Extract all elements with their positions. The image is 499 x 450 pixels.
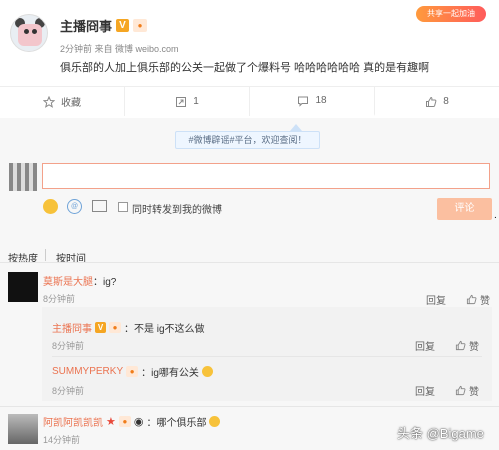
avatar-face [18, 24, 42, 46]
reply-time: 8分钟前 [52, 341, 85, 351]
forward-count: 1 [193, 96, 199, 107]
comment-line: 阿凯阿凯凯凯 ★ ● ◉ ：哪个俱乐部 [43, 414, 221, 429]
comment-divider [0, 406, 499, 407]
reply-like-button[interactable]: 赞 [455, 338, 479, 353]
verified-badge-icon: V [95, 322, 106, 333]
comment-input[interactable] [42, 163, 490, 189]
forward-icon [176, 96, 187, 107]
reply-line: 主播冏事 V ● ：不是 ig不这么做 [52, 320, 205, 335]
emoji-icon[interactable] [43, 199, 58, 214]
comment-username[interactable]: 阿凯阿凯凯凯 [43, 414, 103, 429]
panda-icon: ◉ [133, 416, 144, 428]
reply-button[interactable]: 回复 [415, 338, 435, 353]
like-count: 8 [443, 96, 449, 107]
comment-time: 8分钟前 [43, 294, 76, 304]
corner-tag-image: 共享一起加油 [416, 6, 486, 22]
comment-button[interactable]: 18 [250, 87, 375, 116]
star-icon [43, 95, 55, 108]
sort-divider-line [0, 262, 499, 263]
like-label: 赞 [480, 296, 490, 307]
notice-arrow [290, 124, 302, 131]
comment-like-button[interactable]: 赞 [466, 292, 490, 307]
comment-username[interactable]: 莫斯是大腿 [43, 277, 93, 288]
commenter-avatar[interactable] [8, 272, 38, 302]
commenter-avatar[interactable] [8, 414, 38, 444]
comment-text: ：哪个俱乐部 [146, 418, 207, 429]
comment-text: ：ig? [93, 277, 117, 288]
reply-username[interactable]: SUMMYPERKY [52, 366, 123, 377]
forward-checkbox[interactable] [118, 202, 128, 212]
forward-checkbox-label: 同时转发到我的微博 [132, 205, 222, 216]
thumb-up-icon [455, 385, 466, 396]
verified-badge: V [116, 19, 130, 32]
collect-label: 收藏 [61, 98, 81, 109]
reply-like-button[interactable]: 赞 [455, 383, 479, 398]
author-name[interactable]: 主播冏事 [60, 16, 112, 35]
forward-button[interactable]: 1 [125, 87, 250, 116]
level-badge-icon: ● [109, 322, 121, 333]
author-row: 主播冏事 V ● [60, 16, 148, 35]
comment-line: 莫斯是大腿：ig? [43, 273, 116, 288]
thumb-up-icon [426, 96, 437, 107]
laugh-emoji-icon [209, 416, 221, 427]
comment-icon [298, 96, 309, 107]
post-meta: 2分钟前 来自 微博 weibo.com [60, 44, 179, 54]
action-bar: 收藏 1 18 8 [0, 86, 499, 116]
comment-time: 14分钟前 [43, 435, 81, 445]
author-avatar[interactable] [10, 14, 48, 52]
at-mention-icon[interactable]: @ [67, 199, 82, 214]
avatar-eye-right [32, 29, 37, 34]
weibo-post: 主播冏事 V ● 2分钟前 来自 微博 weibo.com 俱乐部的人加上俱乐部… [0, 0, 499, 118]
thumb-up-icon [466, 294, 477, 305]
post-text: 俱乐部的人加上俱乐部的公关一起做了个爆料号 哈哈哈哈哈哈 真的是有趣啊 [60, 62, 430, 74]
reply-username[interactable]: 主播冏事 [52, 320, 92, 335]
reply-text: ：不是 ig不这么做 [124, 324, 205, 335]
like-label: 赞 [469, 342, 479, 353]
reply-button[interactable]: 回复 [426, 292, 446, 307]
thumb-up-icon [455, 340, 466, 351]
reply-line: SUMMYPERKY ● ：ig哪有公关 [52, 364, 213, 379]
source-watermark: 头条 @Bigame [397, 426, 484, 441]
rumor-notice[interactable]: #微博辟谣#平台，欢迎查阅！ [175, 131, 320, 149]
star-icon: ★ [106, 416, 116, 428]
level-badge-icon: ● [126, 366, 139, 377]
collect-button[interactable]: 收藏 [0, 87, 125, 116]
reply-time: 8分钟前 [52, 386, 85, 396]
reply-text: ：ig哪有公关 [141, 368, 199, 379]
like-label: 赞 [469, 387, 479, 398]
comment-count: 18 [315, 95, 327, 106]
like-button[interactable]: 8 [375, 87, 499, 116]
submit-comment-button[interactable]: 评论 [437, 198, 492, 220]
sort-divider [45, 249, 46, 261]
level-badge-icon: ● [133, 19, 148, 32]
reply-divider [52, 356, 482, 357]
level-badge-icon: ● [118, 416, 131, 427]
stray-dot: . [494, 210, 497, 221]
reply-button[interactable]: 回复 [415, 383, 435, 398]
avatar-eye-left [24, 29, 29, 34]
laugh-emoji-icon [201, 366, 213, 377]
image-upload-icon[interactable] [92, 200, 107, 212]
my-avatar [9, 163, 37, 191]
